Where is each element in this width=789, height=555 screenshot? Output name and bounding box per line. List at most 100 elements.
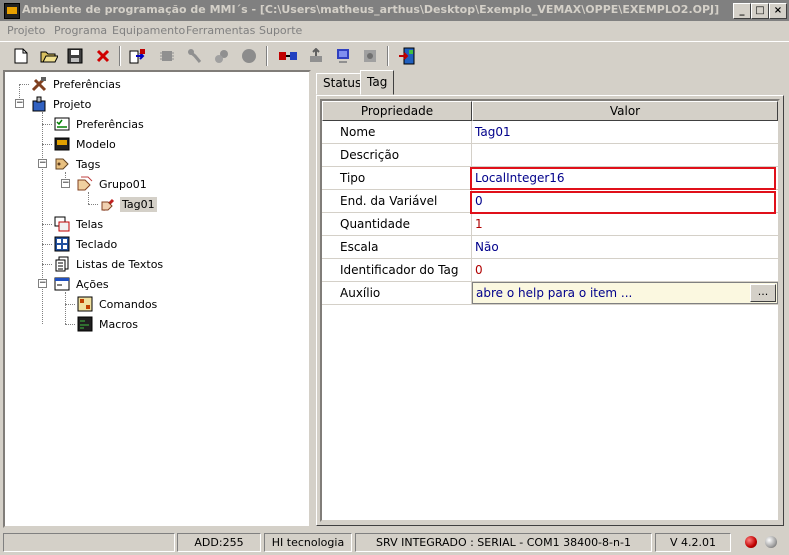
property-name: Quantidade [340,217,411,231]
table-row[interactable]: Auxílio abre o help para o item ... ... [322,282,778,305]
chip-icon[interactable] [156,45,178,67]
project-icon [31,96,47,112]
download-icon[interactable] [332,45,354,67]
properties-pane: Status Tag Propriedade Valor Nome Tag01 … [314,70,786,528]
toolbar-separator [119,46,121,66]
gears-icon[interactable] [211,45,233,67]
table-row[interactable]: Nome Tag01 [322,121,778,144]
tree-line [65,324,75,325]
status-version: V 4.2.01 [655,533,731,552]
tree-item-grupo01[interactable]: Grupo01 [77,175,149,193]
connect-icon[interactable] [277,45,299,67]
tree-item-tag01[interactable]: Tag01 [100,195,157,213]
property-name: Tipo [340,171,366,185]
tree-item-macros[interactable]: Macros [77,315,140,333]
tree-line [88,204,98,205]
tool-icon[interactable] [184,45,206,67]
tree-line [65,304,75,305]
circle-icon[interactable] [238,45,260,67]
property-name: Escala [340,240,379,254]
menu-bar: Projeto Programa Equipamento Ferramentas… [0,21,789,40]
tree-line [42,124,52,125]
table-row[interactable]: Escala Não [322,236,778,259]
column-divider [471,144,472,166]
compile-icon[interactable] [126,45,148,67]
collapse-acoes-icon[interactable]: − [38,279,47,288]
maximize-button[interactable]: □ [751,3,769,19]
tree-item-preferencias[interactable]: Preferências [54,115,146,133]
property-value[interactable]: Tag01 [475,125,511,139]
column-header-property[interactable]: Propriedade [322,101,472,121]
collapse-projeto-icon[interactable]: − [15,99,24,108]
tree-item-teclado[interactable]: Teclado [54,235,119,253]
project-tree[interactable]: − − − − Preferências Projeto Preferência… [3,70,311,528]
status-server: SRV INTEGRADO : SERIAL - COM1 38400-8-n-… [355,533,652,552]
menu-equipamento[interactable]: Equipamento [112,24,185,37]
gray-led-icon [765,536,777,548]
close-button[interactable]: × [769,3,787,19]
column-divider [471,259,472,281]
status-company: HI tecnologia [264,533,352,552]
table-row[interactable]: Quantidade 1 [322,213,778,236]
property-grid: Propriedade Valor Nome Tag01 Descrição T… [320,99,780,522]
exit-icon[interactable] [396,45,418,67]
toolbar [0,41,789,70]
tree-item-modelo[interactable]: Modelo [54,135,118,153]
tree-item-telas[interactable]: Telas [54,215,105,233]
settings-icon[interactable] [359,45,381,67]
actions-icon [54,276,70,292]
property-value[interactable]: 0 [475,263,483,277]
toolbar-separator [266,46,268,66]
help-cell[interactable]: abre o help para o item ... ... [472,282,778,304]
minimize-button[interactable]: _ [733,3,751,19]
tree-item-acoes[interactable]: Ações [54,275,111,293]
tree-item-preferencias-root[interactable]: Preferências [31,75,123,93]
column-divider [471,213,472,235]
tree-line [19,84,29,85]
tab-tag[interactable]: Tag [360,70,395,95]
menu-projeto[interactable]: Projeto [7,24,45,37]
status-address: ADD:255 [177,533,261,552]
device-icon [54,136,70,152]
new-icon[interactable] [10,45,32,67]
property-value[interactable]: Não [475,240,499,254]
tree-line [42,224,52,225]
screens-icon [54,216,70,232]
tree-line [42,244,52,245]
commands-icon [77,296,93,312]
menu-programa[interactable]: Programa [54,24,107,37]
tools-icon [31,76,47,92]
table-row[interactable]: Descrição [322,144,778,167]
property-value[interactable]: 1 [475,217,483,231]
tag-group-icon [77,176,93,192]
column-divider [471,121,472,143]
tree-item-comandos[interactable]: Comandos [77,295,159,313]
property-name: Descrição [340,148,400,162]
status-empty-panel [3,533,175,552]
table-row[interactable]: Identificador do Tag 0 [322,259,778,282]
tree-item-tags[interactable]: Tags [54,155,102,173]
red-led-icon [745,536,757,548]
column-header-value[interactable]: Valor [472,101,778,121]
keypad-icon [54,236,70,252]
menu-ferramentas[interactable]: Ferramentas [186,24,255,37]
upload-icon[interactable] [305,45,327,67]
title-bar: Ambiente de programação de MMI´s - [C:\U… [0,0,789,21]
tree-item-projeto[interactable]: Projeto [31,95,93,113]
checklist-icon [54,116,70,132]
delete-icon[interactable] [92,45,114,67]
highlight-end-variavel [470,191,776,214]
property-name: Nome [340,125,376,139]
window-title: Ambiente de programação de MMI´s - [C:\U… [22,3,720,16]
property-name: Identificador do Tag [340,263,459,277]
menu-suporte[interactable]: Suporte [259,24,302,37]
save-icon[interactable] [64,45,86,67]
open-icon[interactable] [38,45,60,67]
collapse-grupo01-icon[interactable]: − [61,179,70,188]
ellipsis-button[interactable]: ... [750,284,776,302]
property-name: Auxílio [340,286,381,300]
macros-icon [77,316,93,332]
tree-line [65,292,66,324]
collapse-tags-icon[interactable]: − [38,159,47,168]
tree-item-listas[interactable]: Listas de Textos [54,255,165,273]
